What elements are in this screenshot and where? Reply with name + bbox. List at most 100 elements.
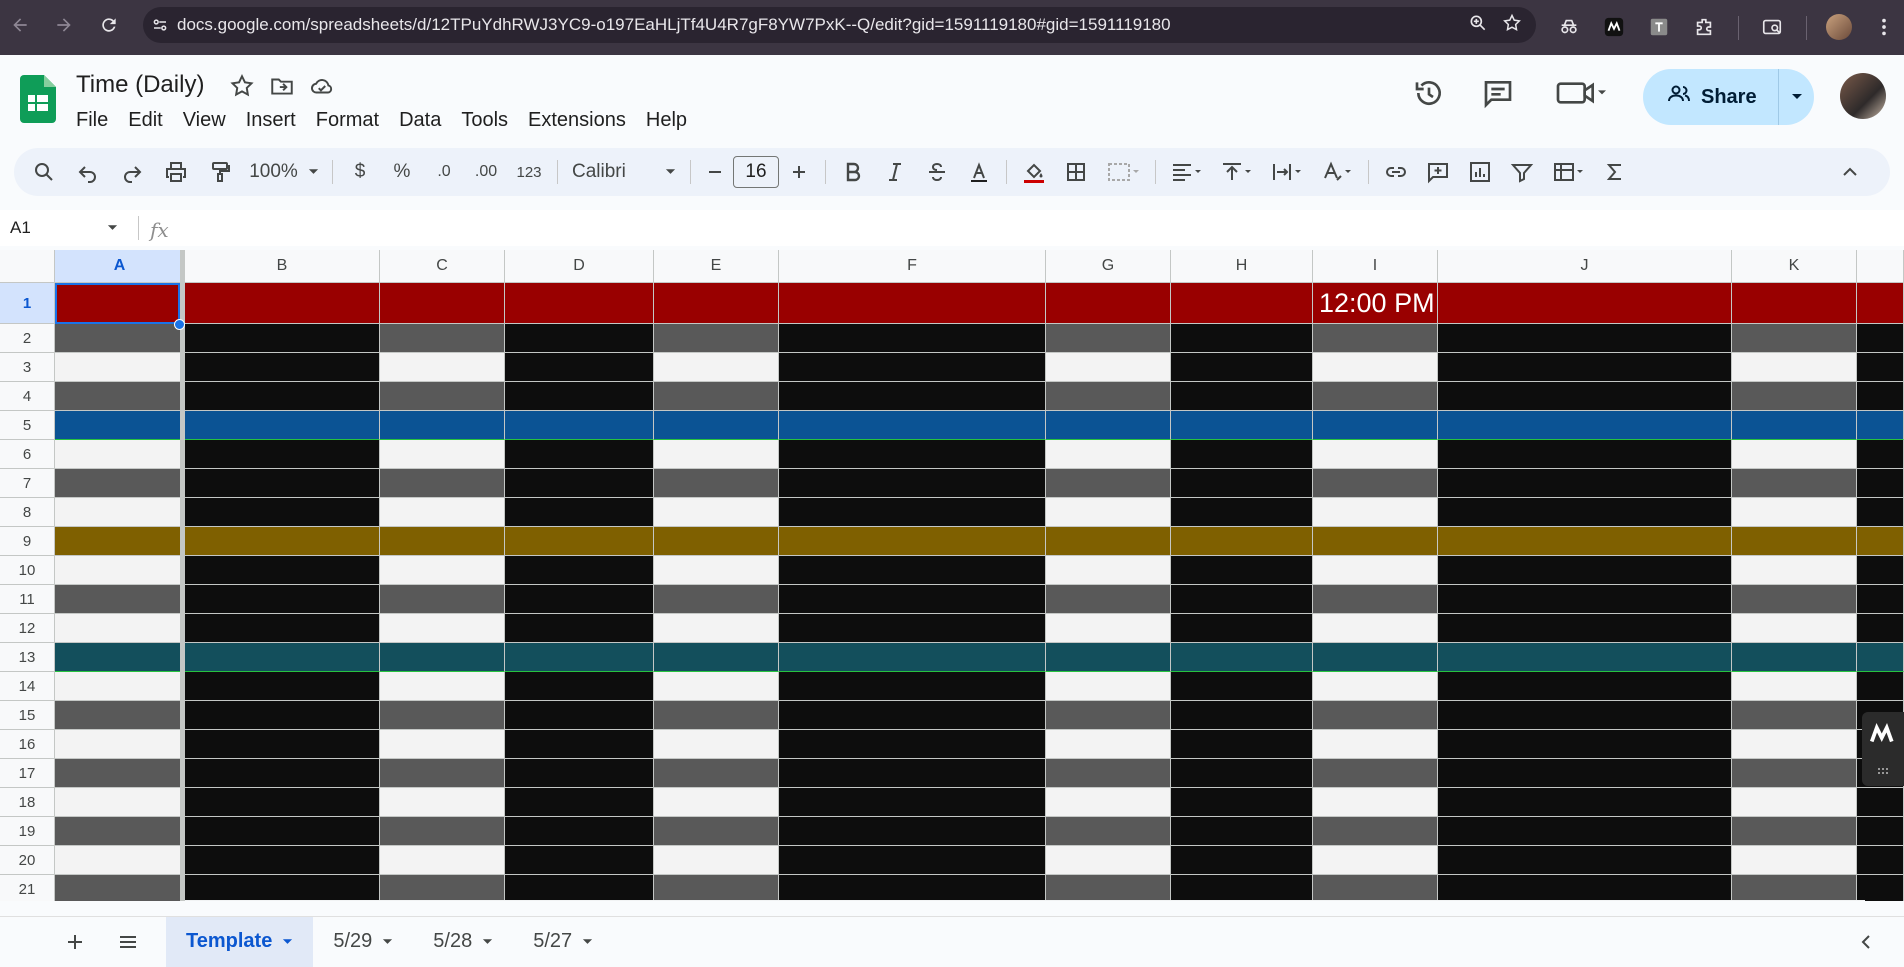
cell[interactable] [779,469,1046,498]
cell[interactable] [505,759,654,788]
cell[interactable] [1438,614,1732,643]
collapse-toolbar-icon[interactable] [1830,152,1870,192]
redo-icon[interactable] [110,152,154,192]
cell[interactable] [1313,875,1438,901]
cell[interactable] [380,643,505,672]
sheet-tab-template[interactable]: Template [166,916,314,967]
add-sheet-icon[interactable] [50,922,100,962]
cell[interactable] [654,875,779,901]
cell[interactable] [1313,672,1438,701]
cell[interactable] [654,498,779,527]
borders-icon[interactable] [1055,152,1097,192]
cell[interactable] [1046,527,1171,556]
cell[interactable] [505,469,654,498]
cell[interactable] [654,353,779,382]
cell[interactable] [1313,324,1438,353]
cell[interactable] [185,411,380,440]
row-header[interactable]: 5 [0,411,55,440]
zoom-icon[interactable] [1468,13,1488,38]
document-title[interactable]: Time (Daily) [76,71,204,99]
cell[interactable] [1857,614,1904,643]
cell[interactable] [505,353,654,382]
cell[interactable] [1438,788,1732,817]
cell[interactable] [779,701,1046,730]
cell[interactable] [654,643,779,672]
cell[interactable] [654,469,779,498]
monica-extension-icon[interactable] [1597,10,1631,44]
back-icon[interactable] [0,5,40,45]
cell[interactable] [779,411,1046,440]
row-header[interactable]: 3 [0,353,55,382]
name-box-dropdown-icon[interactable] [107,224,118,232]
cell[interactable] [1438,498,1732,527]
cell[interactable] [654,614,779,643]
text-rotation-icon[interactable] [1312,152,1362,192]
cell[interactable] [1732,283,1857,324]
cell[interactable] [779,817,1046,846]
cell[interactable] [1732,324,1857,353]
cell[interactable] [779,382,1046,411]
cell[interactable] [505,585,654,614]
profile-avatar-icon[interactable] [1822,10,1856,44]
column-header[interactable]: F [779,250,1046,283]
undo-icon[interactable] [66,152,110,192]
cell[interactable] [55,730,185,759]
cell[interactable] [55,672,185,701]
cell[interactable] [1732,846,1857,875]
row-header[interactable]: 9 [0,527,55,556]
column-header[interactable]: G [1046,250,1171,283]
cell[interactable] [1732,614,1857,643]
cell[interactable] [654,324,779,353]
cell[interactable] [1171,614,1313,643]
cell[interactable] [1046,759,1171,788]
cell[interactable] [1438,411,1732,440]
cell[interactable] [1732,498,1857,527]
cell[interactable] [1857,353,1904,382]
cell[interactable] [654,730,779,759]
cell[interactable] [380,614,505,643]
cell[interactable] [505,283,654,324]
column-header[interactable]: C [380,250,505,283]
cell[interactable] [1732,585,1857,614]
cell[interactable] [1046,672,1171,701]
cell[interactable] [55,411,185,440]
percent-format-button[interactable]: % [381,152,423,192]
cell[interactable] [55,382,185,411]
row-header[interactable]: 17 [0,759,55,788]
cell[interactable] [1732,788,1857,817]
menu-format[interactable]: Format [306,105,389,136]
cell[interactable] [1438,643,1732,672]
cell[interactable] [1313,411,1438,440]
cell[interactable] [779,643,1046,672]
row-header[interactable]: 18 [0,788,55,817]
cell[interactable] [1171,643,1313,672]
cell[interactable] [1313,788,1438,817]
cell[interactable] [1313,556,1438,585]
cell[interactable] [1438,585,1732,614]
address-bar[interactable]: docs.google.com/spreadsheets/d/12TPuYdhR… [143,7,1536,43]
cell[interactable] [1171,469,1313,498]
cell[interactable] [1046,846,1171,875]
cell[interactable] [779,556,1046,585]
monica-floating-widget[interactable] [1862,712,1904,786]
cell[interactable] [1732,382,1857,411]
all-sheets-icon[interactable] [100,922,156,962]
cell[interactable] [1046,614,1171,643]
cell[interactable] [505,701,654,730]
cell[interactable] [1171,411,1313,440]
row-header[interactable]: 7 [0,469,55,498]
cell[interactable] [1857,498,1904,527]
cloud-saved-icon[interactable] [309,73,335,104]
cell[interactable] [1438,440,1732,469]
cell[interactable] [1046,440,1171,469]
filter-views-icon[interactable] [1543,152,1595,192]
menu-extensions[interactable]: Extensions [518,105,636,136]
cell[interactable] [654,283,779,324]
meet-video-icon[interactable] [1554,77,1610,114]
cell[interactable] [55,527,185,556]
cell[interactable] [1732,759,1857,788]
share-dropdown-icon[interactable] [1779,93,1814,101]
cell[interactable] [1732,440,1857,469]
cell[interactable] [185,759,380,788]
column-header[interactable]: K [1732,250,1857,283]
